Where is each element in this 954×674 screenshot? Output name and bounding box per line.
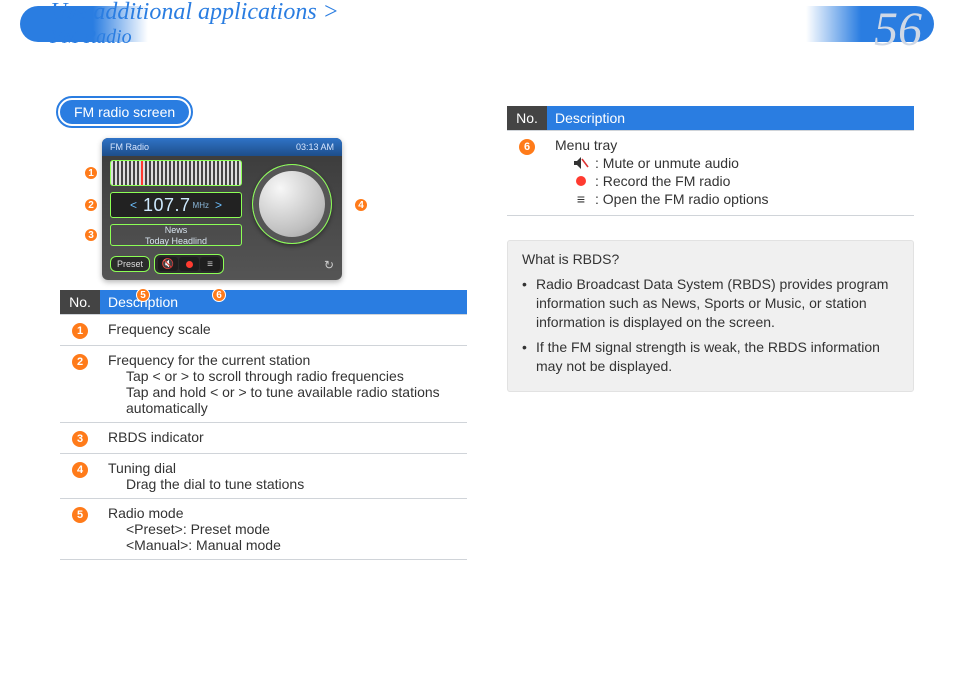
row-desc: Frequency scale xyxy=(100,315,467,346)
radio-device: FM Radio 03:13 AM < 107.7 MHz > News Tod… xyxy=(102,138,342,280)
fm-radio-diagram: FM Radio 03:13 AM < 107.7 MHz > News Tod… xyxy=(84,138,344,280)
row-number: 3 xyxy=(72,431,88,447)
table2-head-no: No. xyxy=(507,106,547,131)
left-column: FM radio screen FM Radio 03:13 AM < 107.… xyxy=(60,100,467,654)
menu-item: : Open the FM radio options xyxy=(573,191,906,207)
row-line: Drag the dial to tune stations xyxy=(126,476,459,492)
page-header-bar: Use additional applications > FM Radio 5… xyxy=(20,6,934,42)
callout-1: 1 xyxy=(84,166,98,180)
callout-2: 2 xyxy=(84,198,98,212)
breadcrumb-main: Use additional applications > xyxy=(50,0,339,25)
row-number: 4 xyxy=(72,462,88,478)
row-line: Tap and hold < or > to tune available ra… xyxy=(126,384,459,416)
menu-tray-box: 🔇 ≡ xyxy=(154,254,224,274)
table-row: 1 Frequency scale xyxy=(60,315,467,346)
section-title-badge: FM radio screen xyxy=(60,100,189,124)
table-row: 5 Radio mode <Preset>: Preset mode <Manu… xyxy=(60,499,467,560)
callout-3: 3 xyxy=(84,228,98,242)
row-number: 6 xyxy=(519,139,535,155)
row-line: Tuning dial xyxy=(108,460,176,476)
rbds-indicator: News Today Headlind xyxy=(110,224,242,246)
frequency-display: < 107.7 MHz > xyxy=(110,192,242,218)
radio-menu-tray: Preset 🔇 ≡ xyxy=(110,254,224,274)
rbds-line1: News xyxy=(111,225,241,236)
menu-item-text: : Record the FM radio xyxy=(595,173,730,189)
row-number: 5 xyxy=(72,507,88,523)
row-desc: Radio mode <Preset>: Preset mode <Manual… xyxy=(100,499,467,560)
description-table-1: No. Description 1 Frequency scale 2 Freq… xyxy=(60,290,467,560)
row-line: <Manual>: Manual mode xyxy=(126,537,459,553)
callout-6: 6 xyxy=(212,288,226,302)
menu-item: : Mute or unmute audio xyxy=(573,155,906,171)
table-row: 4 Tuning dial Drag the dial to tune stat… xyxy=(60,454,467,499)
table-row: 2 Frequency for the current station Tap … xyxy=(60,346,467,423)
table-row: 6 Menu tray : Mute or unmute audio : Rec… xyxy=(507,131,914,216)
frequency-scale xyxy=(110,160,242,186)
rbds-infobox: What is RBDS? Radio Broadcast Data Syste… xyxy=(507,240,914,392)
table2-head-desc: Description xyxy=(547,106,914,131)
infobox-title: What is RBDS? xyxy=(522,251,899,267)
row-desc: Frequency for the current station Tap < … xyxy=(100,346,467,423)
radio-titlebar: FM Radio 03:13 AM xyxy=(102,138,342,156)
breadcrumb: Use additional applications > FM Radio xyxy=(50,0,339,49)
callout-5: 5 xyxy=(136,288,150,302)
radio-time: 03:13 AM xyxy=(296,142,334,152)
table1-head-desc: Description xyxy=(100,290,467,315)
infobox-item: If the FM signal strength is weak, the R… xyxy=(522,338,899,376)
row-line: Tap < or > to scroll through radio frequ… xyxy=(126,368,459,384)
row-desc: Tuning dial Drag the dial to tune statio… xyxy=(100,454,467,499)
loop-icon[interactable]: ↻ xyxy=(324,258,334,272)
row-number: 1 xyxy=(72,323,88,339)
radio-title: FM Radio xyxy=(110,142,149,152)
row-line: Menu tray xyxy=(555,137,617,153)
tuning-dial[interactable] xyxy=(252,164,332,244)
options-icon xyxy=(573,192,589,206)
freq-unit: MHz xyxy=(193,201,209,210)
freq-value: 107.7 xyxy=(143,195,191,216)
row-line: Radio mode xyxy=(108,505,184,521)
menu-item-text: : Open the FM radio options xyxy=(595,191,769,207)
menu-item: : Record the FM radio xyxy=(573,173,906,189)
freq-next-icon[interactable]: > xyxy=(209,198,228,212)
record-icon xyxy=(573,174,589,188)
right-column: No. Description 6 Menu tray : Mute or un… xyxy=(507,100,914,654)
mute-icon[interactable]: 🔇 xyxy=(158,257,178,271)
callout-4: 4 xyxy=(354,198,368,212)
row-line: <Preset>: Preset mode xyxy=(126,521,459,537)
rbds-line2: Today Headlind xyxy=(111,236,241,247)
scale-needle xyxy=(141,161,143,185)
infobox-item: Radio Broadcast Data System (RBDS) provi… xyxy=(522,275,899,332)
table-row: 3 RBDS indicator xyxy=(60,423,467,454)
mute-icon xyxy=(573,156,589,170)
mode-button[interactable]: Preset xyxy=(110,256,150,272)
description-table-2: No. Description 6 Menu tray : Mute or un… xyxy=(507,106,914,216)
freq-prev-icon[interactable]: < xyxy=(124,198,143,212)
row-desc: RBDS indicator xyxy=(100,423,467,454)
row-number: 2 xyxy=(72,354,88,370)
breadcrumb-sub: FM Radio xyxy=(50,26,339,49)
row-desc: Menu tray : Mute or unmute audio : Recor… xyxy=(547,131,914,216)
row-line: Frequency for the current station xyxy=(108,352,310,368)
options-icon[interactable]: ≡ xyxy=(200,257,220,271)
page-number: 56 xyxy=(874,2,922,57)
record-icon[interactable] xyxy=(179,257,199,271)
table1-head-no: No. xyxy=(60,290,100,315)
menu-item-text: : Mute or unmute audio xyxy=(595,155,739,171)
